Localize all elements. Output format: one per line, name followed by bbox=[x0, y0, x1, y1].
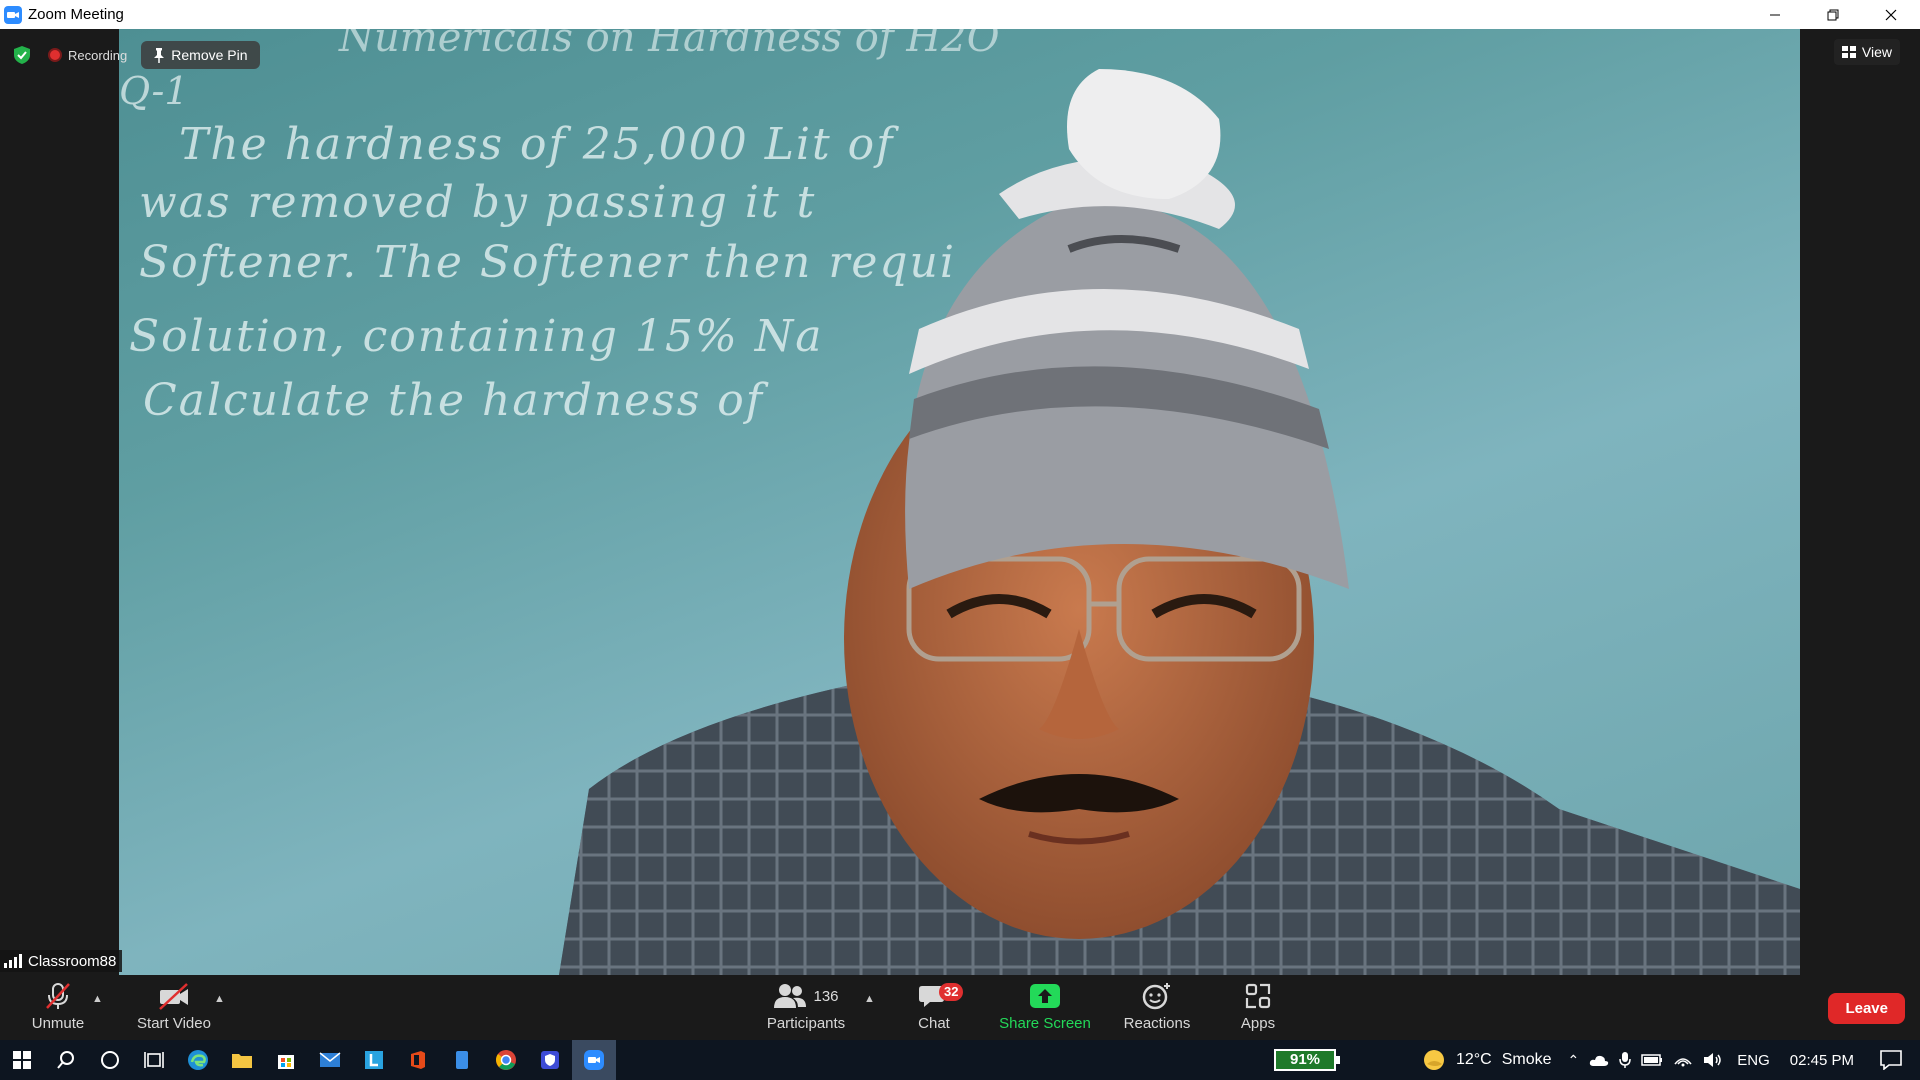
search-icon bbox=[57, 1051, 74, 1069]
restore-icon bbox=[1827, 9, 1839, 20]
participants-icon bbox=[774, 984, 807, 1008]
clock-time[interactable]: 02:45 PM bbox=[1790, 1052, 1854, 1069]
remove-pin-label: Remove Pin bbox=[171, 47, 248, 63]
security-shield-icon[interactable] bbox=[12, 45, 32, 65]
title-bar: Zoom Meeting bbox=[0, 0, 1920, 29]
chrome-browser-icon bbox=[496, 1050, 516, 1070]
office-icon bbox=[411, 1051, 425, 1069]
edge-browser-icon bbox=[188, 1050, 208, 1070]
zoom-taskbar-icon bbox=[584, 1050, 604, 1070]
taskbar-file-explorer[interactable] bbox=[220, 1040, 264, 1080]
recording-indicator[interactable]: Recording bbox=[48, 48, 127, 63]
microphone-muted-icon bbox=[46, 983, 70, 1009]
presenter-video-image bbox=[559, 69, 1800, 975]
apps-icon bbox=[1245, 983, 1271, 1009]
start-video-button[interactable]: Start Video bbox=[132, 975, 216, 1040]
pin-icon bbox=[154, 48, 165, 63]
reactions-smiley-icon bbox=[1142, 983, 1170, 1010]
reactions-label: Reactions bbox=[1123, 1015, 1191, 1032]
audio-options-caret-icon[interactable]: ▲ bbox=[92, 993, 103, 1005]
vpn-shield-icon bbox=[541, 1051, 559, 1069]
minimize-icon bbox=[1770, 14, 1780, 15]
notifications-icon[interactable] bbox=[1880, 1050, 1902, 1070]
input-language[interactable]: ENG bbox=[1737, 1052, 1770, 1069]
close-button[interactable] bbox=[1862, 0, 1920, 29]
weather-sun-icon[interactable] bbox=[1422, 1048, 1446, 1072]
apps-label: Apps bbox=[1240, 1015, 1276, 1032]
participant-name: Classroom88 bbox=[28, 952, 117, 970]
chat-button[interactable]: 32 Chat bbox=[904, 975, 964, 1040]
system-tray: 12°C Smoke ⌃ ENG 02:45 PM bbox=[1422, 1040, 1920, 1080]
wifi-icon[interactable] bbox=[1673, 1052, 1693, 1068]
share-screen-icon bbox=[1030, 984, 1060, 1008]
taskbar-office[interactable] bbox=[396, 1040, 440, 1080]
task-view-icon bbox=[144, 1052, 164, 1068]
chat-label: Chat bbox=[918, 1015, 950, 1032]
task-view-button[interactable] bbox=[132, 1040, 176, 1080]
participants-label: Participants bbox=[766, 1015, 846, 1032]
weather-temperature[interactable]: 12°C bbox=[1456, 1051, 1492, 1069]
taskbar-store[interactable] bbox=[264, 1040, 308, 1080]
meeting-toolbar: Unmute ▲ Start Video ▲ 136 Participants … bbox=[0, 975, 1920, 1040]
battery-icon[interactable] bbox=[1641, 1054, 1663, 1066]
taskbar-mail[interactable] bbox=[308, 1040, 352, 1080]
taskbar-chrome[interactable] bbox=[484, 1040, 528, 1080]
taskbar-zoom[interactable] bbox=[572, 1040, 616, 1080]
unmute-button[interactable]: Unmute bbox=[28, 975, 88, 1040]
battery-meter[interactable]: 91% bbox=[1274, 1049, 1340, 1071]
recording-dot-icon bbox=[48, 48, 62, 62]
taskbar-vpn[interactable] bbox=[528, 1040, 572, 1080]
cortana-circle-icon bbox=[101, 1051, 119, 1069]
meeting-area: Numericals on Hardness of H2O Q-1 The ha… bbox=[0, 29, 1920, 975]
cortana-button[interactable] bbox=[88, 1040, 132, 1080]
search-button[interactable] bbox=[44, 1040, 88, 1080]
recording-label: Recording bbox=[68, 47, 128, 63]
participants-button[interactable]: 136 Participants bbox=[760, 975, 852, 1040]
close-icon bbox=[1885, 9, 1897, 20]
participants-count: 136 bbox=[813, 987, 839, 1005]
view-button[interactable]: View bbox=[1833, 39, 1900, 65]
mail-envelope-icon bbox=[319, 1052, 341, 1067]
video-options-caret-icon[interactable]: ▲ bbox=[214, 993, 225, 1005]
windows-logo-icon bbox=[13, 1051, 31, 1069]
share-screen-button[interactable]: Share Screen bbox=[998, 975, 1092, 1040]
participants-options-caret-icon[interactable]: ▲ bbox=[864, 993, 875, 1005]
start-video-label: Start Video bbox=[137, 1015, 211, 1032]
taskbar-phone-app[interactable] bbox=[440, 1040, 484, 1080]
taskbar-lync[interactable] bbox=[352, 1040, 396, 1080]
windows-taskbar: 91% 12°C Smoke ⌃ ENG 02:45 PM bbox=[0, 1040, 1920, 1080]
letter-l-app-icon bbox=[365, 1051, 383, 1069]
pinned-video: Numericals on Hardness of H2O Q-1 The ha… bbox=[119, 29, 1800, 975]
window-title: Zoom Meeting bbox=[28, 6, 124, 23]
share-screen-label: Share Screen bbox=[999, 1015, 1091, 1032]
restore-button[interactable] bbox=[1804, 0, 1862, 29]
phone-link-icon bbox=[456, 1051, 468, 1069]
grid-view-icon bbox=[1841, 46, 1856, 58]
microphone-in-use-icon[interactable] bbox=[1619, 1051, 1632, 1069]
apps-button[interactable]: Apps bbox=[1230, 975, 1286, 1040]
taskbar-edge[interactable] bbox=[176, 1040, 220, 1080]
onedrive-cloud-icon[interactable] bbox=[1589, 1053, 1609, 1067]
store-bag-icon bbox=[278, 1055, 294, 1069]
start-button[interactable] bbox=[0, 1040, 44, 1080]
participant-name-tag: Classroom88 bbox=[0, 950, 123, 972]
zoom-app-icon bbox=[4, 5, 22, 24]
chat-unread-badge: 32 bbox=[939, 983, 964, 1001]
remove-pin-button[interactable]: Remove Pin bbox=[141, 41, 260, 69]
reactions-button[interactable]: Reactions bbox=[1118, 975, 1196, 1040]
meeting-top-left-bar: Recording Remove Pin bbox=[12, 41, 260, 69]
weather-description[interactable]: Smoke bbox=[1502, 1051, 1552, 1069]
signal-strength-icon bbox=[4, 954, 22, 968]
unmute-label: Unmute bbox=[31, 1015, 85, 1032]
show-hidden-icons-chevron-icon[interactable]: ⌃ bbox=[1568, 1052, 1580, 1069]
view-label: View bbox=[1861, 44, 1892, 60]
folder-icon bbox=[232, 1054, 252, 1068]
video-off-icon bbox=[159, 983, 188, 1010]
minimize-button[interactable] bbox=[1746, 0, 1804, 29]
leave-button[interactable]: Leave bbox=[1828, 993, 1905, 1024]
volume-speaker-icon[interactable] bbox=[1703, 1052, 1723, 1068]
